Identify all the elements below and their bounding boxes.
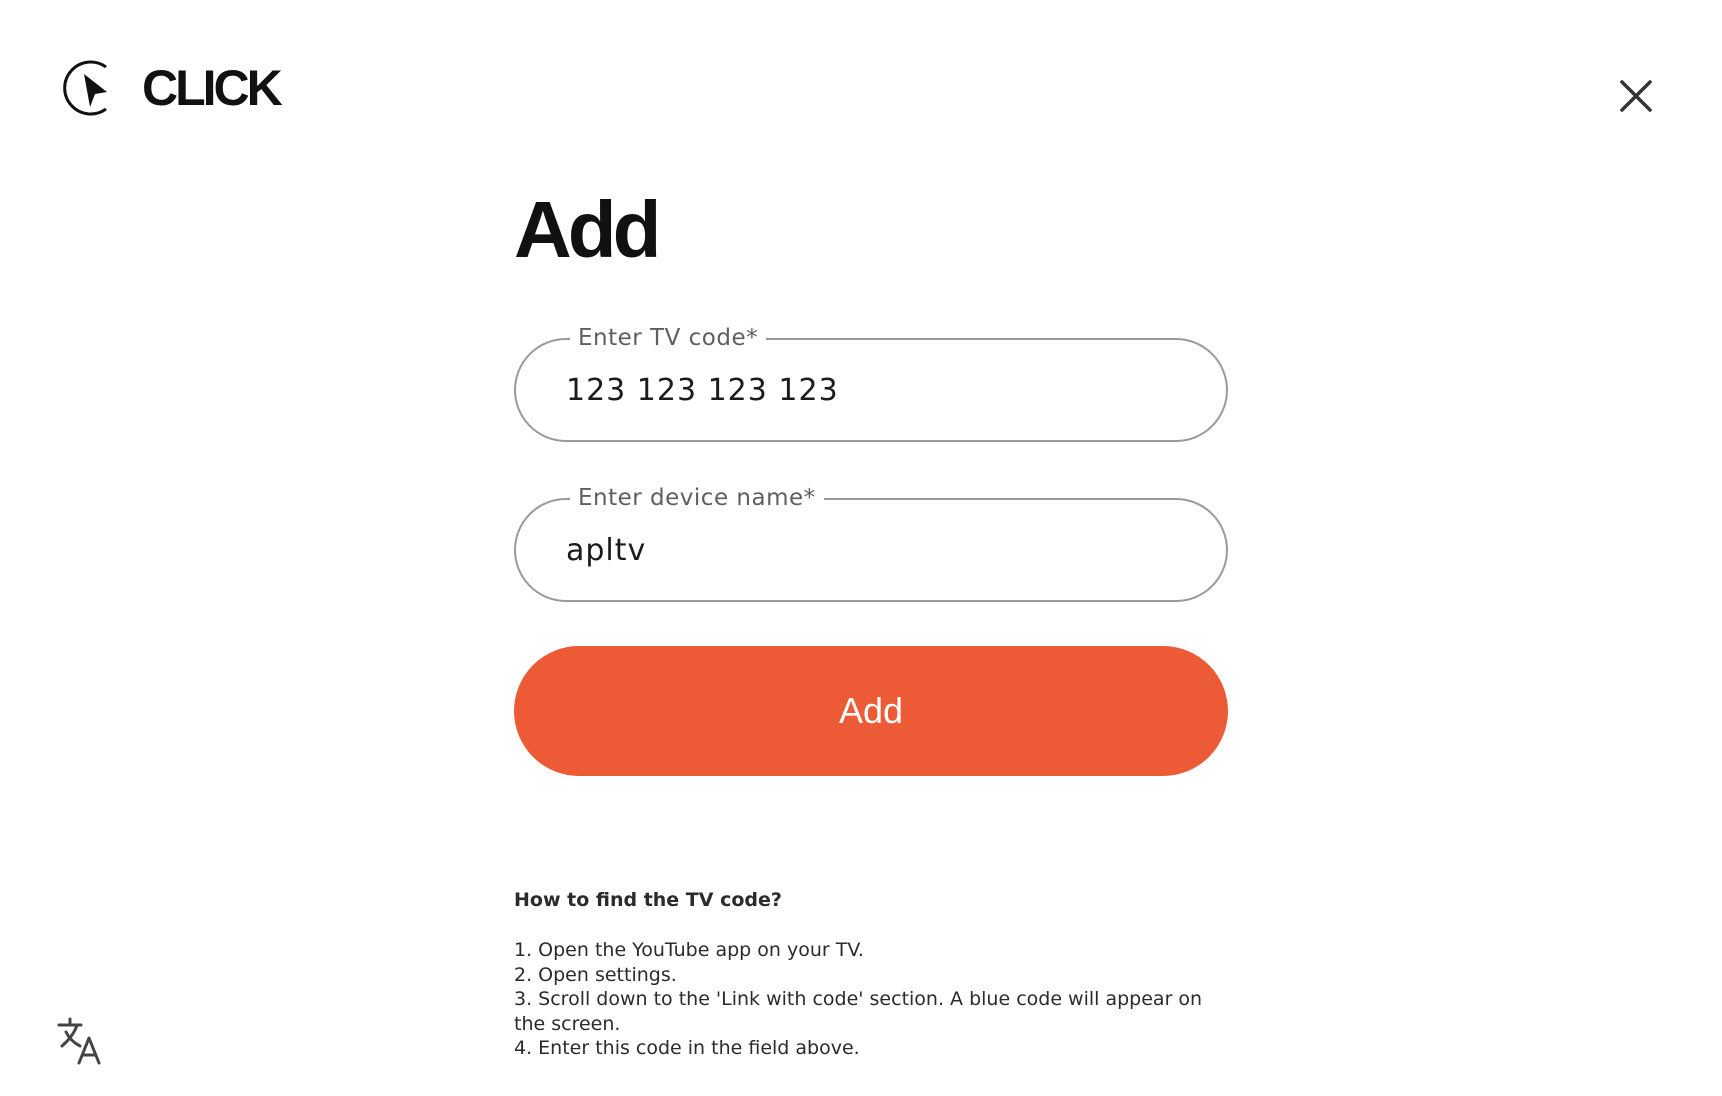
help-step: 2. Open settings.	[514, 963, 677, 986]
page-title: Add	[514, 185, 662, 274]
help-title: How to find the TV code?	[514, 889, 782, 911]
add-button[interactable]: Add	[514, 646, 1228, 776]
tv-code-input[interactable]	[566, 340, 1186, 440]
tv-code-field[interactable]: Enter TV code*	[514, 323, 1228, 442]
play-cursor-icon	[62, 57, 120, 119]
translate-button[interactable]	[56, 1016, 106, 1066]
close-button[interactable]	[1618, 78, 1654, 114]
device-name-field[interactable]: Enter device name*	[514, 483, 1228, 602]
close-icon	[1618, 78, 1654, 114]
help-step: 1. Open the YouTube app on your TV.	[514, 939, 864, 961]
help-section: How to find the TV code? 1. Open the You…	[514, 888, 1234, 1061]
logo[interactable]: CLICK	[62, 57, 283, 119]
add-device-form: Add Enter TV code* Enter device name* Ad…	[514, 190, 1228, 776]
help-step: 4. Enter this code in the field above.	[514, 1037, 860, 1059]
help-step: 3. Scroll down to the 'Link with code' s…	[514, 988, 1203, 1035]
device-name-input[interactable]	[566, 500, 1186, 600]
translate-icon	[56, 1016, 106, 1066]
logo-text: CLICK	[142, 60, 283, 116]
